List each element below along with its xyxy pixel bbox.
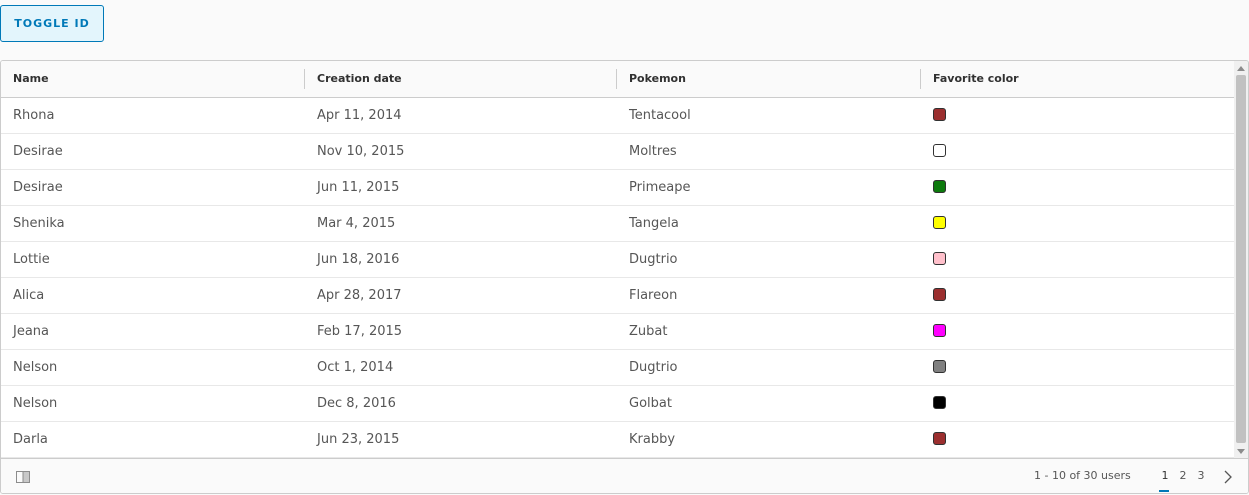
table-row[interactable]: Desirae Nov 10, 2015 Moltres	[1, 134, 1234, 170]
table-row[interactable]: Alica Apr 28, 2017 Flareon	[1, 278, 1234, 314]
color-swatch	[933, 251, 946, 265]
column-toggle-icon[interactable]	[16, 471, 30, 483]
cell-name: Alica	[13, 288, 45, 303]
cell-pokemon: Krabby	[629, 432, 676, 447]
scrollbar-thumb[interactable]	[1236, 75, 1246, 443]
datagrid-header: Name Creation date Pokemon Favorite colo…	[1, 61, 1234, 98]
datagrid: Name Creation date Pokemon Favorite colo…	[0, 60, 1249, 494]
chevron-right-icon[interactable]	[1221, 470, 1235, 484]
color-swatch	[933, 395, 946, 409]
cell-creation-date: Feb 17, 2015	[317, 324, 403, 339]
column-header-favorite-color[interactable]: Favorite color	[921, 61, 1234, 97]
cell-name: Nelson	[13, 360, 58, 375]
cell-pokemon: Dugtrio	[629, 252, 678, 267]
cell-favorite-color	[921, 314, 1234, 349]
column-header-pokemon[interactable]: Pokemon	[617, 61, 921, 97]
cell-pokemon: Dugtrio	[629, 360, 678, 375]
cell-favorite-color	[921, 386, 1234, 421]
cell-favorite-color	[921, 422, 1234, 457]
page-button-1[interactable]: 1	[1156, 459, 1174, 493]
cell-name: Lottie	[13, 252, 50, 267]
color-swatch	[933, 359, 946, 373]
scroll-down-arrow-icon[interactable]	[1237, 449, 1245, 454]
cell-creation-date: Dec 8, 2016	[317, 396, 396, 411]
color-swatch	[933, 431, 946, 445]
table-row[interactable]: Desirae Jun 11, 2015 Primeape	[1, 170, 1234, 206]
table-row[interactable]: Nelson Dec 8, 2016 Golbat	[1, 386, 1234, 422]
table-row[interactable]: Darla Jun 23, 2015 Krabby	[1, 422, 1234, 458]
cell-pokemon: Zubat	[629, 324, 668, 339]
color-swatch	[933, 323, 946, 337]
cell-creation-date: Nov 10, 2015	[317, 144, 405, 159]
table-row[interactable]: Jeana Feb 17, 2015 Zubat	[1, 314, 1234, 350]
table-row[interactable]: Lottie Jun 18, 2016 Dugtrio	[1, 242, 1234, 278]
cell-favorite-color	[921, 170, 1234, 205]
cell-creation-date: Oct 1, 2014	[317, 360, 394, 375]
cell-creation-date: Jun 11, 2015	[317, 180, 400, 195]
cell-name: Nelson	[13, 396, 58, 411]
cell-pokemon: Flareon	[629, 288, 678, 303]
cell-name: Darla	[13, 432, 48, 447]
cell-name: Desirae	[13, 144, 63, 159]
cell-name: Jeana	[13, 324, 50, 339]
color-swatch	[933, 287, 946, 301]
cell-pokemon: Tangela	[629, 216, 679, 231]
vertical-scrollbar[interactable]	[1234, 61, 1248, 458]
cell-creation-date: Jun 18, 2016	[317, 252, 400, 267]
column-header-name[interactable]: Name	[1, 61, 305, 97]
color-swatch	[933, 143, 946, 157]
cell-favorite-color	[921, 278, 1234, 313]
page-button-3[interactable]: 3	[1192, 459, 1210, 493]
color-swatch	[933, 107, 946, 121]
cell-name: Shenika	[13, 216, 65, 231]
table-row[interactable]: Rhona Apr 11, 2014 Tentacool	[1, 98, 1234, 134]
page-button-2[interactable]: 2	[1174, 459, 1192, 493]
cell-creation-date: Mar 4, 2015	[317, 216, 396, 231]
datagrid-footer: 1 - 10 of 30 users 123	[1, 458, 1248, 493]
cell-name: Rhona	[13, 108, 55, 123]
cell-name: Desirae	[13, 180, 63, 195]
toggle-id-button[interactable]: Toggle ID	[0, 5, 104, 42]
datagrid-body: Name Creation date Pokemon Favorite colo…	[1, 61, 1234, 458]
column-header-creation-date[interactable]: Creation date	[305, 61, 617, 97]
cell-creation-date: Jun 23, 2015	[317, 432, 400, 447]
cell-creation-date: Apr 28, 2017	[317, 288, 402, 303]
cell-favorite-color	[921, 350, 1234, 385]
cell-favorite-color	[921, 134, 1234, 169]
cell-favorite-color	[921, 98, 1234, 133]
cell-favorite-color	[921, 206, 1234, 241]
color-swatch	[933, 215, 946, 229]
cell-pokemon: Primeape	[629, 180, 691, 195]
color-swatch	[933, 179, 946, 193]
datagrid-rows: Rhona Apr 11, 2014 Tentacool Desirae Nov 10,…	[1, 98, 1234, 458]
cell-favorite-color	[921, 242, 1234, 277]
table-row[interactable]: Shenika Mar 4, 2015 Tangela	[1, 206, 1234, 242]
cell-creation-date: Apr 11, 2014	[317, 108, 402, 123]
cell-pokemon: Tentacool	[629, 108, 691, 123]
pagination-description: 1 - 10 of 30 users	[1034, 469, 1131, 482]
cell-pokemon: Moltres	[629, 144, 677, 159]
scroll-up-arrow-icon[interactable]	[1237, 66, 1245, 71]
cell-pokemon: Golbat	[629, 396, 672, 411]
table-row[interactable]: Nelson Oct 1, 2014 Dugtrio	[1, 350, 1234, 386]
pagination-pages: 123	[1156, 459, 1210, 493]
